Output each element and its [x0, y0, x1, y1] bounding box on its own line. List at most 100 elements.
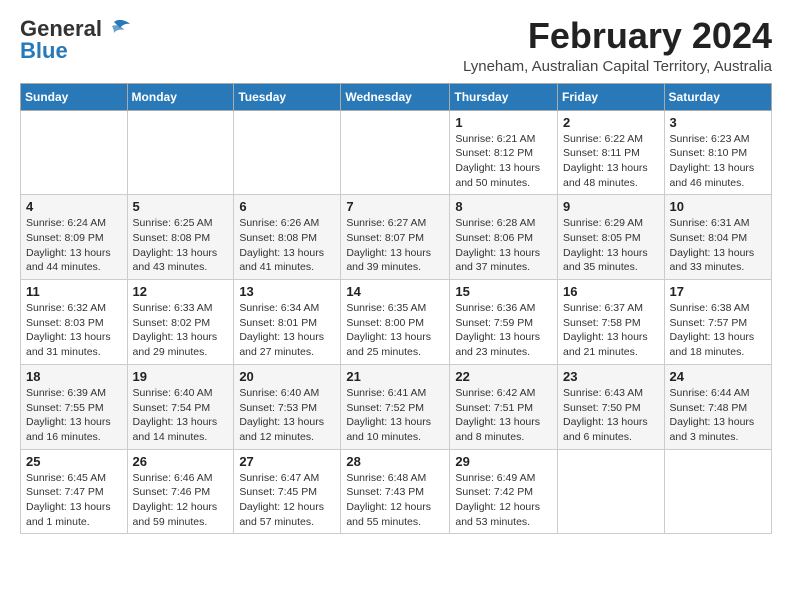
day-number: 12: [133, 284, 229, 299]
day-info: Sunrise: 6:21 AM Sunset: 8:12 PM Dayligh…: [455, 132, 552, 191]
calendar-cell: 16 Sunrise: 6:37 AM Sunset: 7:58 PM Dayli…: [558, 280, 665, 365]
calendar-cell: 17 Sunrise: 6:38 AM Sunset: 7:57 PM Dayli…: [664, 280, 771, 365]
day-number: 13: [239, 284, 335, 299]
logo-bird-icon: [106, 18, 132, 40]
calendar-header-row: SundayMondayTuesdayWednesdayThursdayFrid…: [21, 83, 772, 110]
day-info: Sunrise: 6:39 AM Sunset: 7:55 PM Dayligh…: [26, 386, 122, 445]
day-info: Sunrise: 6:44 AM Sunset: 7:48 PM Dayligh…: [670, 386, 766, 445]
day-number: 20: [239, 369, 335, 384]
day-number: 11: [26, 284, 122, 299]
day-number: 27: [239, 454, 335, 469]
day-number: 24: [670, 369, 766, 384]
calendar-table: SundayMondayTuesdayWednesdayThursdayFrid…: [20, 83, 772, 535]
calendar-cell: 27 Sunrise: 6:47 AM Sunset: 7:45 PM Dayli…: [234, 449, 341, 534]
day-info: Sunrise: 6:40 AM Sunset: 7:53 PM Dayligh…: [239, 386, 335, 445]
calendar-cell: 19 Sunrise: 6:40 AM Sunset: 7:54 PM Dayli…: [127, 364, 234, 449]
day-number: 17: [670, 284, 766, 299]
day-info: Sunrise: 6:49 AM Sunset: 7:42 PM Dayligh…: [455, 471, 552, 530]
calendar-week-row: 18Sunrise: 6:39 AM Sunset: 7:55 PM Dayli…: [21, 364, 772, 449]
day-number: 7: [346, 199, 444, 214]
day-of-week-header: Monday: [127, 83, 234, 110]
calendar-cell: [127, 110, 234, 195]
calendar-cell: 23 Sunrise: 6:43 AM Sunset: 7:50 PM Dayli…: [558, 364, 665, 449]
calendar-week-row: 11 Sunrise: 6:32 AM Sunset: 8:03 PM Dayli…: [21, 280, 772, 365]
day-info: Sunrise: 6:48 AM Sunset: 7:43 PM Dayligh…: [346, 471, 444, 530]
header: General Blue February 2024 Lyneham, Aust…: [20, 16, 772, 75]
calendar-cell: 29 Sunrise: 6:49 AM Sunset: 7:42 PM Dayli…: [450, 449, 558, 534]
day-info: Sunrise: 6:32 AM Sunset: 8:03 PM Dayligh…: [26, 301, 122, 360]
day-info: Sunrise: 6:45 AM Sunset: 7:47 PM Dayligh…: [26, 471, 122, 530]
calendar-cell: 8 Sunrise: 6:28 AM Sunset: 8:06 PM Daylig…: [450, 195, 558, 280]
day-info: Sunrise: 6:27 AM Sunset: 8:07 PM Dayligh…: [346, 216, 444, 275]
calendar-week-row: 4 Sunrise: 6:24 AM Sunset: 8:09 PM Daylig…: [21, 195, 772, 280]
day-number: 26: [133, 454, 229, 469]
calendar-cell: [558, 449, 665, 534]
calendar-week-row: 1Sunrise: 6:21 AM Sunset: 8:12 PM Daylig…: [21, 110, 772, 195]
month-title: February 2024: [463, 16, 772, 56]
day-info: Sunrise: 6:26 AM Sunset: 8:08 PM Dayligh…: [239, 216, 335, 275]
day-info: Sunrise: 6:38 AM Sunset: 7:57 PM Dayligh…: [670, 301, 766, 360]
day-of-week-header: Thursday: [450, 83, 558, 110]
day-of-week-header: Tuesday: [234, 83, 341, 110]
day-info: Sunrise: 6:46 AM Sunset: 7:46 PM Dayligh…: [133, 471, 229, 530]
calendar-cell: 4 Sunrise: 6:24 AM Sunset: 8:09 PM Daylig…: [21, 195, 128, 280]
day-of-week-header: Wednesday: [341, 83, 450, 110]
day-info: Sunrise: 6:28 AM Sunset: 8:06 PM Dayligh…: [455, 216, 552, 275]
calendar-cell: 10 Sunrise: 6:31 AM Sunset: 8:04 PM Dayli…: [664, 195, 771, 280]
calendar-cell: 28Sunrise: 6:48 AM Sunset: 7:43 PM Dayli…: [341, 449, 450, 534]
day-info: Sunrise: 6:25 AM Sunset: 8:08 PM Dayligh…: [133, 216, 229, 275]
day-number: 16: [563, 284, 659, 299]
day-info: Sunrise: 6:43 AM Sunset: 7:50 PM Dayligh…: [563, 386, 659, 445]
day-info: Sunrise: 6:24 AM Sunset: 8:09 PM Dayligh…: [26, 216, 122, 275]
calendar-cell: 25Sunrise: 6:45 AM Sunset: 7:47 PM Dayli…: [21, 449, 128, 534]
calendar-cell: [341, 110, 450, 195]
calendar-cell: 22 Sunrise: 6:42 AM Sunset: 7:51 PM Dayli…: [450, 364, 558, 449]
calendar-cell: 24 Sunrise: 6:44 AM Sunset: 7:48 PM Dayli…: [664, 364, 771, 449]
day-info: Sunrise: 6:35 AM Sunset: 8:00 PM Dayligh…: [346, 301, 444, 360]
calendar-week-row: 25Sunrise: 6:45 AM Sunset: 7:47 PM Dayli…: [21, 449, 772, 534]
day-number: 8: [455, 199, 552, 214]
day-info: Sunrise: 6:22 AM Sunset: 8:11 PM Dayligh…: [563, 132, 659, 191]
day-of-week-header: Friday: [558, 83, 665, 110]
day-info: Sunrise: 6:41 AM Sunset: 7:52 PM Dayligh…: [346, 386, 444, 445]
day-number: 9: [563, 199, 659, 214]
day-number: 10: [670, 199, 766, 214]
day-info: Sunrise: 6:33 AM Sunset: 8:02 PM Dayligh…: [133, 301, 229, 360]
calendar-cell: 15Sunrise: 6:36 AM Sunset: 7:59 PM Dayli…: [450, 280, 558, 365]
day-number: 6: [239, 199, 335, 214]
calendar-cell: [21, 110, 128, 195]
calendar-cell: 14 Sunrise: 6:35 AM Sunset: 8:00 PM Dayli…: [341, 280, 450, 365]
calendar-cell: 26 Sunrise: 6:46 AM Sunset: 7:46 PM Dayli…: [127, 449, 234, 534]
day-number: 21: [346, 369, 444, 384]
day-info: Sunrise: 6:29 AM Sunset: 8:05 PM Dayligh…: [563, 216, 659, 275]
day-of-week-header: Saturday: [664, 83, 771, 110]
calendar-cell: 2 Sunrise: 6:22 AM Sunset: 8:11 PM Daylig…: [558, 110, 665, 195]
day-info: Sunrise: 6:47 AM Sunset: 7:45 PM Dayligh…: [239, 471, 335, 530]
day-number: 14: [346, 284, 444, 299]
day-info: Sunrise: 6:40 AM Sunset: 7:54 PM Dayligh…: [133, 386, 229, 445]
logo-area: General Blue: [20, 16, 132, 64]
day-of-week-header: Sunday: [21, 83, 128, 110]
title-area: February 2024 Lyneham, Australian Capita…: [463, 16, 772, 75]
day-number: 5: [133, 199, 229, 214]
day-info: Sunrise: 6:31 AM Sunset: 8:04 PM Dayligh…: [670, 216, 766, 275]
calendar-cell: 3Sunrise: 6:23 AM Sunset: 8:10 PM Daylig…: [664, 110, 771, 195]
location-subtitle: Lyneham, Australian Capital Territory, A…: [463, 58, 772, 75]
calendar-cell: [234, 110, 341, 195]
calendar-cell: 21 Sunrise: 6:41 AM Sunset: 7:52 PM Dayli…: [341, 364, 450, 449]
day-number: 29: [455, 454, 552, 469]
day-number: 2: [563, 115, 659, 130]
day-info: Sunrise: 6:42 AM Sunset: 7:51 PM Dayligh…: [455, 386, 552, 445]
calendar-cell: 1Sunrise: 6:21 AM Sunset: 8:12 PM Daylig…: [450, 110, 558, 195]
calendar-cell: 5 Sunrise: 6:25 AM Sunset: 8:08 PM Daylig…: [127, 195, 234, 280]
day-number: 4: [26, 199, 122, 214]
calendar-cell: 7 Sunrise: 6:27 AM Sunset: 8:07 PM Daylig…: [341, 195, 450, 280]
calendar-cell: 20 Sunrise: 6:40 AM Sunset: 7:53 PM Dayli…: [234, 364, 341, 449]
day-number: 15: [455, 284, 552, 299]
day-number: 23: [563, 369, 659, 384]
day-number: 19: [133, 369, 229, 384]
calendar-cell: 13Sunrise: 6:34 AM Sunset: 8:01 PM Dayli…: [234, 280, 341, 365]
day-number: 22: [455, 369, 552, 384]
day-info: Sunrise: 6:37 AM Sunset: 7:58 PM Dayligh…: [563, 301, 659, 360]
calendar-cell: 11 Sunrise: 6:32 AM Sunset: 8:03 PM Dayli…: [21, 280, 128, 365]
